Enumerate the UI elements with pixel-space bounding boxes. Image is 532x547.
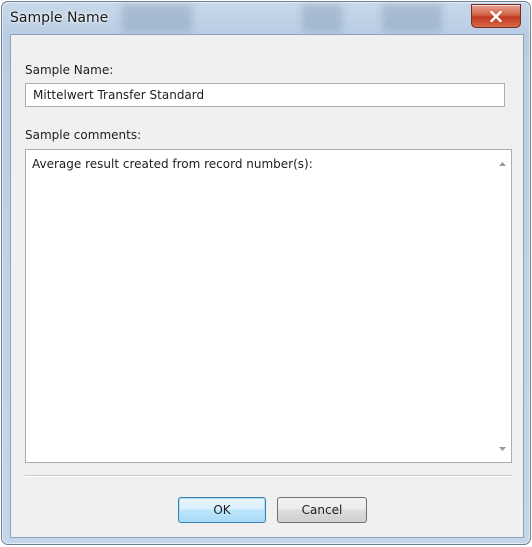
close-button[interactable] (471, 4, 521, 28)
titlebar[interactable]: Sample Name (2, 2, 530, 38)
button-separator (25, 475, 512, 477)
comments-scrollbar[interactable] (494, 150, 511, 462)
sample-name-input[interactable] (25, 83, 505, 107)
comments-textarea[interactable]: Average result created from record numbe… (25, 149, 512, 463)
scroll-up-icon (499, 161, 506, 166)
comments-label: Sample comments: (25, 128, 142, 142)
cancel-button[interactable]: Cancel (277, 497, 367, 523)
scroll-up-arrow[interactable] (499, 160, 506, 167)
sample-name-dialog: Sample Name Sample Name: Sample comments… (1, 1, 531, 545)
comments-text: Average result created from record numbe… (32, 157, 313, 171)
scroll-down-icon (499, 446, 506, 451)
ok-button[interactable]: OK (178, 497, 266, 523)
scroll-down-arrow[interactable] (499, 445, 506, 452)
sample-name-label: Sample Name: (25, 63, 114, 77)
dialog-body: Sample Name: Sample comments: Average re… (10, 34, 524, 538)
window-title: Sample Name (10, 10, 109, 26)
close-icon (490, 10, 502, 22)
